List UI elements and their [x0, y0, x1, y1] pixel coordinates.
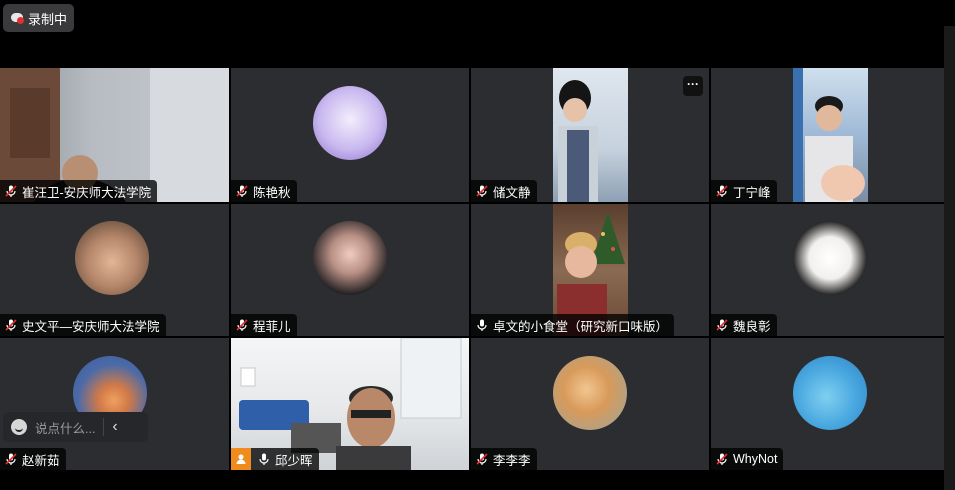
participant-name: 储文静 [493, 185, 531, 200]
participant-name: 程菲儿 [253, 319, 291, 334]
participant-name-tag: 邱少晖 [231, 448, 319, 470]
participant-name: 陈艳秋 [253, 185, 291, 200]
participant-name-tag: 丁宁峰 [711, 180, 777, 202]
participant-name: 丁宁峰 [733, 185, 771, 200]
participant-tile-3[interactable]: 储文静 [471, 68, 709, 202]
emoji-icon[interactable] [11, 419, 27, 435]
participant-avatar [313, 86, 387, 160]
chat-input-bar[interactable]: 说点什么... ‹ [3, 412, 148, 442]
mic-muted-icon [236, 185, 248, 197]
participant-name: 魏良彰 [733, 319, 771, 334]
participant-name-tag: WhyNot [711, 448, 784, 470]
participant-name: 赵新茹 [22, 453, 60, 468]
mic-muted-icon [5, 319, 17, 331]
tile-more-menu-button[interactable]: ··· [683, 76, 703, 96]
video-frame [793, 68, 865, 202]
recording-cloud-icon [11, 12, 24, 25]
mic-muted-icon [476, 453, 488, 465]
participant-avatar [793, 221, 867, 295]
divider [103, 418, 105, 436]
participant-tile-7[interactable]: 卓文的小食堂（研究新口味版） [471, 204, 709, 336]
participant-tile-9[interactable]: 赵新茹 [0, 338, 229, 470]
mic-muted-icon [476, 185, 488, 197]
recording-indicator[interactable]: 录制中 [3, 4, 74, 32]
participant-name-tag: 陈艳秋 [231, 180, 297, 202]
participant-tile-5[interactable]: 史文平—安庆师大法学院 [0, 204, 229, 336]
participant-video [793, 68, 868, 202]
participant-tile-6[interactable]: 程菲儿 [231, 204, 469, 336]
participant-name-tag: 赵新茹 [0, 448, 66, 470]
participant-tile-12[interactable]: WhyNot [711, 338, 944, 470]
participant-tile-11[interactable]: 李李李 [471, 338, 709, 470]
participant-tile-10-active-speaker[interactable]: 邱少晖 [231, 338, 469, 470]
participant-avatar [75, 221, 149, 295]
participant-name-tag: 储文静 [471, 180, 537, 202]
mic-muted-icon [5, 185, 17, 197]
participant-tile-4[interactable]: 丁宁峰 [711, 68, 944, 202]
participant-name: 崔汪卫-安庆师大法学院 [22, 185, 152, 200]
participant-name: 李李李 [493, 453, 531, 468]
mic-muted-icon [716, 185, 728, 197]
participant-name-tag: 李李李 [471, 448, 537, 470]
host-badge-icon [231, 448, 251, 470]
participant-name-tag: 史文平—安庆师大法学院 [0, 314, 166, 336]
participant-video [553, 68, 628, 202]
collapse-chevron-left-icon[interactable]: ‹ [112, 418, 117, 436]
video-frame [558, 80, 598, 202]
participant-name: 邱少晖 [275, 453, 313, 468]
participant-name-tag: 卓文的小食堂（研究新口味版） [471, 314, 675, 336]
mic-icon [259, 453, 269, 465]
scrollbar[interactable] [944, 26, 955, 490]
mic-muted-icon [716, 319, 728, 331]
participant-name-tag: 程菲儿 [231, 314, 297, 336]
mic-muted-icon [5, 453, 17, 465]
participant-name: 卓文的小食堂（研究新口味版） [493, 319, 669, 334]
mic-muted-icon [236, 319, 248, 331]
participant-name-tag: 魏良彰 [711, 314, 777, 336]
participant-name: WhyNot [733, 452, 778, 466]
participant-tile-1[interactable]: 崔汪卫-安庆师大法学院 [0, 68, 229, 202]
mic-icon [477, 319, 487, 331]
participant-avatar [313, 221, 387, 295]
participant-tile-2[interactable]: 陈艳秋 [231, 68, 469, 202]
participant-name: 史文平—安庆师大法学院 [22, 319, 160, 334]
chat-input-placeholder[interactable]: 说点什么... [35, 418, 95, 437]
participant-avatar [553, 356, 627, 430]
mic-muted-icon [716, 453, 728, 465]
participant-avatar [793, 356, 867, 430]
participant-name-tag: 崔汪卫-安庆师大法学院 [0, 180, 158, 202]
recording-label: 录制中 [28, 11, 68, 27]
participant-tile-8[interactable]: 魏良彰 [711, 204, 944, 336]
